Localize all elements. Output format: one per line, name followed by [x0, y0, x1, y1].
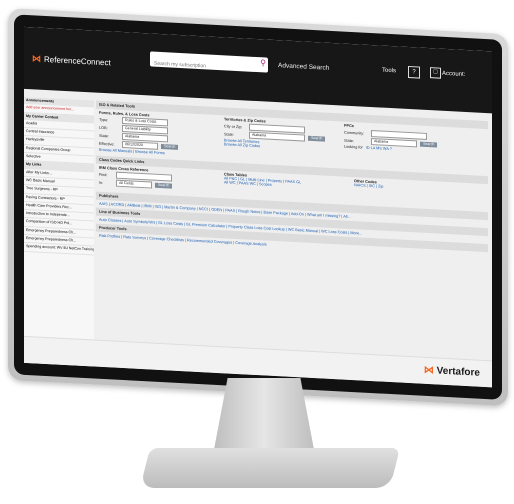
city-label: City or Zip:	[224, 123, 243, 129]
tools-menu[interactable]: Tools	[382, 68, 396, 75]
type-label: Type:	[99, 117, 109, 122]
in-select[interactable]: All Fields	[116, 179, 152, 189]
terr-state-label: State:	[224, 131, 234, 137]
help-icon[interactable]: ?	[408, 65, 420, 79]
top-navigation-bar: ⋈ ReferenceConnect ⚲ Advanced Search Too…	[24, 26, 492, 114]
vertafore-mark-icon: ⋈	[423, 364, 437, 377]
monitor-bezel: ⋈ ReferenceConnect ⚲ Advanced Search Too…	[14, 14, 502, 400]
monitor-frame: ⋈ ReferenceConnect ⚲ Advanced Search Too…	[8, 8, 508, 407]
irm-search-button[interactable]: Search	[155, 182, 173, 189]
irm-section: IRM Class Cross Reference Find: In: All F…	[99, 166, 214, 193]
looking-for-links[interactable]: ID LA MS WA ?	[366, 146, 392, 151]
search-icon[interactable]: ⚲	[260, 58, 266, 67]
account-menu[interactable]: Account:	[442, 71, 465, 78]
ppc-section: PPCs Community: State: Alabama Search Look…	[344, 124, 454, 171]
monitor-stand-base	[140, 448, 400, 488]
find-label: Find:	[99, 172, 108, 177]
footer-logo: ⋈ Vertafore	[424, 365, 480, 379]
ppc-search-button[interactable]: Search	[420, 141, 438, 148]
account-icon[interactable]: ☐	[430, 67, 441, 79]
territories-section: Territories & Zip Codes City or Zip: Sta…	[224, 117, 334, 164]
community-label: Community:	[344, 130, 365, 136]
other-codes-section: Other Codes NAICS | SIC | Zip	[354, 179, 454, 205]
territories-search-button[interactable]: Search	[308, 135, 326, 142]
brand-logo[interactable]: ⋈ ReferenceConnect	[32, 53, 111, 68]
brand-name: ReferenceConnect	[44, 54, 111, 68]
in-label: In:	[99, 180, 104, 185]
sidebar: Announcements Add your announcement her..…	[24, 96, 94, 367]
search-box: ⚲	[150, 51, 268, 77]
forms-search-button[interactable]: Search	[161, 144, 179, 150]
search-input[interactable]	[150, 55, 248, 77]
looking-for-label: Looking for	[344, 144, 363, 150]
advanced-search-link[interactable]: Advanced Search	[278, 62, 329, 72]
app-screen: ⋈ ReferenceConnect ⚲ Advanced Search Too…	[24, 26, 492, 388]
class-tables-section: Class Tables All P&C | GL | Multi-Line |…	[224, 172, 344, 199]
effective-label: Effective:	[99, 141, 115, 147]
vertafore-logo-icon: ⋈	[32, 53, 41, 64]
state-label: State:	[99, 133, 109, 138]
footer-brand: Vertafore	[436, 365, 480, 379]
lob-label: LOB:	[99, 125, 108, 130]
ppc-state-label: State:	[344, 138, 354, 143]
forms-rules-section: Forms, Rules, & Loss Costs Type: Rules & …	[99, 111, 214, 158]
